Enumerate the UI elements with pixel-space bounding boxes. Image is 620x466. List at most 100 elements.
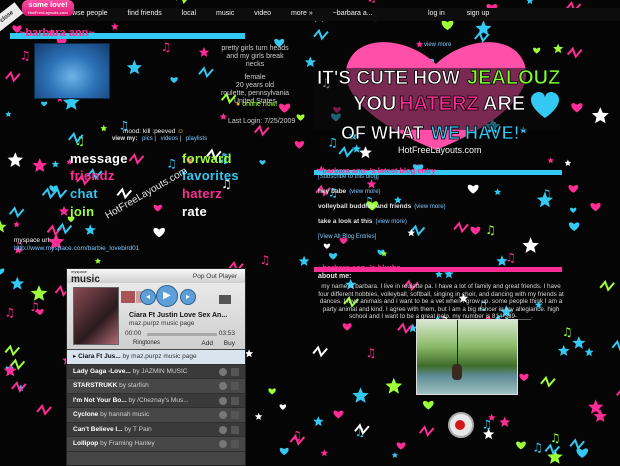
subscribe-link[interactable]: [Subscribe to this blog] <box>318 174 379 180</box>
add-button[interactable]: Add <box>201 340 213 347</box>
playlist-track[interactable]: Cyclone by hannah music <box>67 408 245 423</box>
nav-music[interactable]: music <box>216 10 234 17</box>
chat-button[interactable]: chat <box>70 186 98 201</box>
banner-line1b: JEALOUZ <box>467 67 560 89</box>
star-icon <box>522 237 539 253</box>
next-icon[interactable]: ▸ <box>180 289 196 305</box>
music-note-icon: ♫ <box>505 251 516 265</box>
star-icon <box>13 221 20 228</box>
star-icon <box>244 349 254 358</box>
volume-icon[interactable] <box>219 295 231 304</box>
heart-icon <box>423 400 434 410</box>
add-track-icon[interactable] <box>219 425 227 434</box>
star-icon <box>254 412 263 420</box>
thumbnail[interactable] <box>121 291 135 303</box>
playlist-track[interactable]: ▸ Ciara Ft Jus... by maz.purpz music pag… <box>67 350 245 365</box>
favorites-button[interactable]: favorites <box>182 168 239 183</box>
myspace-url-link[interactable]: http://www.myspace.com/barbie_lovebird01 <box>14 245 139 253</box>
profile-photo[interactable] <box>34 43 110 99</box>
forward-button[interactable]: forward <box>182 151 232 166</box>
zigzag-shape <box>544 443 561 456</box>
message-button[interactable]: message <box>70 151 128 166</box>
track-menu-icon[interactable] <box>231 382 239 390</box>
zigzag-shape <box>198 66 214 79</box>
track-title: Cyclone <box>73 411 99 418</box>
view-videos-link[interactable]: videos <box>161 136 178 142</box>
star-icon <box>84 224 96 235</box>
add-track-icon[interactable] <box>219 440 227 448</box>
blog-view-more-link[interactable]: (view more) <box>376 219 407 225</box>
nav-find-friends[interactable]: find friends <box>127 10 161 17</box>
nav-local[interactable]: local <box>182 10 196 17</box>
blog-view-more-link[interactable]: (view more) <box>349 189 380 195</box>
add-track-icon[interactable] <box>219 367 227 376</box>
star-icon <box>407 228 416 237</box>
playlist-track[interactable]: I'm Not Your Bo... by /Cheznay's Mus... <box>67 393 245 408</box>
auth-links: log in sign up <box>428 10 509 17</box>
blog-entry[interactable]: volleyball buddies and friends (view more… <box>318 203 446 210</box>
blog-entry[interactable]: hey babe (view more) <box>318 188 381 195</box>
add-track-icon[interactable] <box>219 396 227 405</box>
mood: mood: kill :peeved <box>123 128 184 135</box>
view-playlists-link[interactable]: playlists <box>186 136 207 142</box>
ringtones-link[interactable]: Ringtones <box>133 340 160 346</box>
add-friends-button[interactable]: friendz <box>70 168 115 183</box>
login-link[interactable]: log in <box>428 10 445 17</box>
heart-icon <box>571 103 583 113</box>
music-note-icon: ♫ <box>532 440 543 454</box>
online-status: online now! <box>236 101 277 108</box>
now-playing-source[interactable]: maz.purpz music page <box>129 320 194 327</box>
location: roulette, pennsylvania <box>220 90 290 97</box>
progress-bar[interactable] <box>147 333 217 336</box>
music-note-icon: ♫ <box>161 40 172 54</box>
track-menu-icon[interactable] <box>231 396 239 405</box>
playlist-track[interactable]: Lollipop by Framing Hanley <box>67 437 245 452</box>
track-menu-icon[interactable] <box>231 411 239 419</box>
heart-icon <box>467 184 479 194</box>
about-me-heading: about me: <box>318 273 352 280</box>
zigzag-shape <box>611 339 620 352</box>
track-artist: by maz.purpz music page <box>122 353 197 360</box>
blog-entry[interactable]: take a look at this (view more) <box>318 218 407 225</box>
rope-swing-photo <box>416 319 518 395</box>
nav-more[interactable]: more » <box>291 10 313 17</box>
add-track-icon[interactable] <box>219 382 227 390</box>
view-pics-link[interactable]: pics <box>142 136 153 142</box>
star-icon <box>198 47 210 57</box>
track-menu-icon[interactable] <box>231 367 239 376</box>
heart-icon <box>568 222 580 232</box>
view-all-blog-link[interactable]: [View All Blog Entries] <box>318 234 376 240</box>
join-button[interactable]: join <box>70 204 94 219</box>
view-more-link[interactable]: view more <box>424 42 451 48</box>
zigzag-shape <box>418 425 435 438</box>
nav-video[interactable]: video <box>254 10 271 17</box>
heart-icon <box>570 207 577 213</box>
heart-icon <box>153 227 165 238</box>
blog-view-more-link[interactable]: (view more) <box>414 204 445 210</box>
playlist-track[interactable]: Lady Gaga -Love... by JAZMIN MUSIC <box>67 364 245 379</box>
zigzag-shape <box>599 279 615 292</box>
profile-info: pretty girls turn heads and my girls bre… <box>213 45 297 106</box>
nav-profile[interactable]: ~barbara a... <box>333 10 373 17</box>
buy-button[interactable]: Buy <box>224 340 235 347</box>
add-track-icon[interactable] <box>219 411 227 419</box>
zigzag-shape <box>253 124 270 137</box>
rate-button[interactable]: rate <box>182 204 207 219</box>
banner-watermark: HotFreeLayouts.com <box>398 145 482 155</box>
block-button[interactable]: haterz <box>182 186 222 201</box>
track-menu-icon[interactable] <box>231 425 239 434</box>
star-icon <box>547 157 554 164</box>
play-icon[interactable]: ▶ <box>156 285 178 307</box>
promo-badge[interactable]: some love! HotFreeLayouts.com <box>22 0 74 16</box>
track-menu-icon[interactable] <box>231 440 239 448</box>
playlist-track[interactable]: STARSTRUKK by starfish <box>67 379 245 394</box>
blurbs-title: ~barbara ann~'s blurbs <box>318 263 401 272</box>
previous-icon[interactable]: ◂ <box>140 289 156 305</box>
music-note-icon: ♫ <box>4 305 15 319</box>
popout-player-link[interactable]: Pop Out Player <box>193 273 237 280</box>
signup-link[interactable]: sign up <box>467 10 490 17</box>
gender: female <box>244 74 266 81</box>
nav-links: browse people find friends local music v… <box>62 10 391 17</box>
age: 20 years old <box>235 82 275 89</box>
playlist-track[interactable]: Can't Believe I... by T Pain <box>67 422 245 437</box>
